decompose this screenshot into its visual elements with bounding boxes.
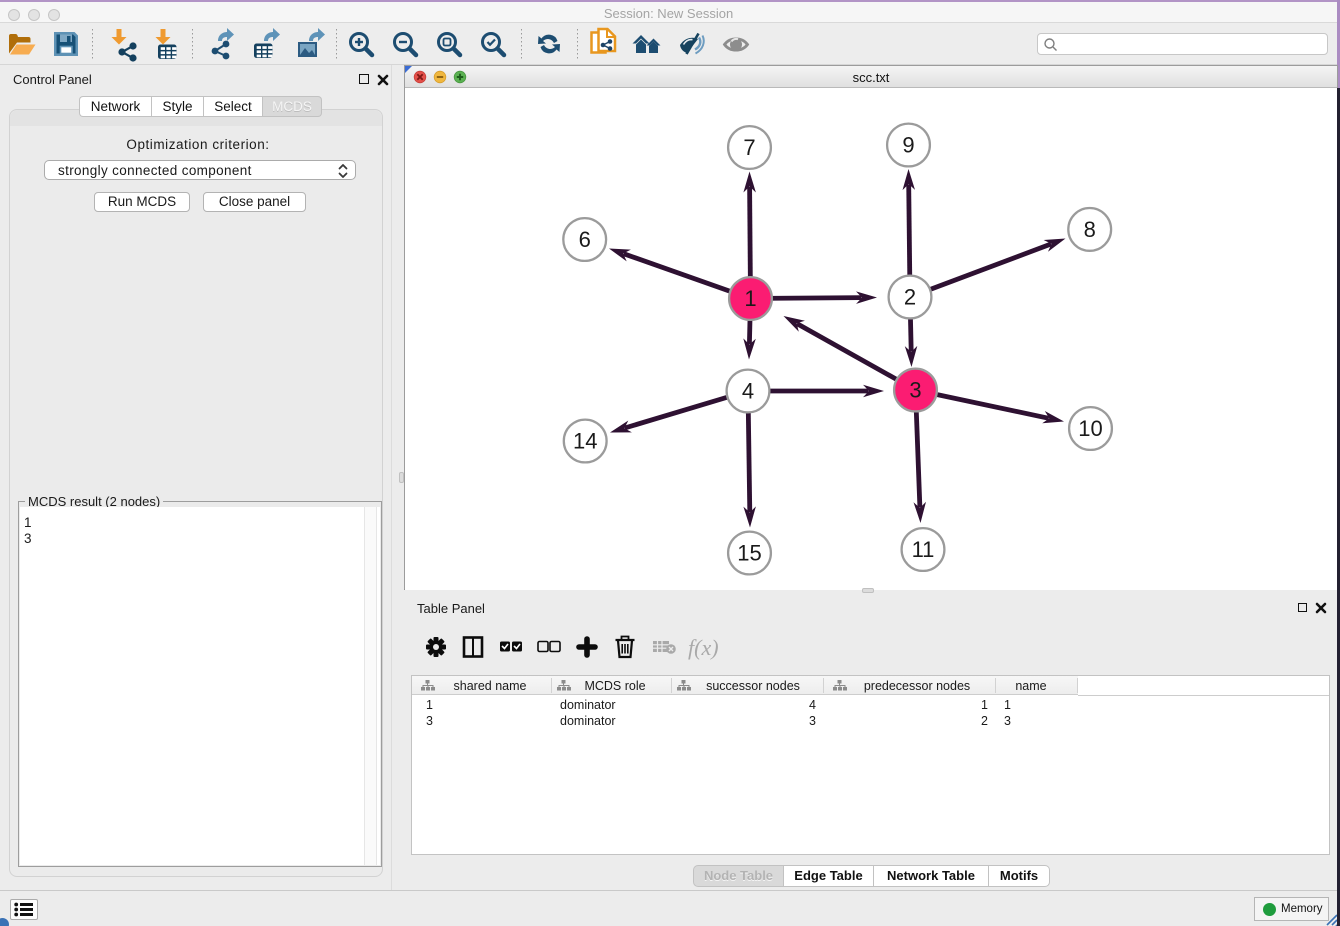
svg-text:1: 1: [744, 286, 756, 311]
svg-text:3: 3: [909, 378, 921, 403]
svg-text:8: 8: [1084, 217, 1096, 242]
svg-text:dominator: dominator: [560, 698, 616, 712]
svg-text:2: 2: [981, 714, 988, 728]
svg-text:9: 9: [902, 133, 914, 158]
svg-text:3: 3: [809, 714, 816, 728]
svg-text:15: 15: [737, 541, 761, 566]
svg-text:14: 14: [573, 429, 597, 454]
svg-text:shared name: shared name: [454, 679, 527, 693]
svg-text:dominator: dominator: [560, 714, 616, 728]
svg-text:7: 7: [743, 135, 755, 160]
svg-text:3: 3: [1004, 714, 1011, 728]
svg-text:3: 3: [426, 714, 433, 728]
svg-text:10: 10: [1078, 416, 1102, 441]
svg-text:1: 1: [981, 698, 988, 712]
svg-text:MCDS role: MCDS role: [584, 679, 645, 693]
svg-text:1: 1: [426, 698, 433, 712]
svg-text:1: 1: [1004, 698, 1011, 712]
svg-text:2: 2: [904, 285, 916, 310]
svg-text:name: name: [1015, 679, 1046, 693]
svg-text:11: 11: [912, 537, 935, 562]
svg-text:6: 6: [579, 227, 591, 252]
svg-text:4: 4: [742, 379, 754, 404]
svg-text:predecessor nodes: predecessor nodes: [864, 679, 970, 693]
svg-text:successor nodes: successor nodes: [706, 679, 800, 693]
svg-text:4: 4: [809, 698, 816, 712]
svg-text:f(x): f(x): [688, 635, 719, 660]
